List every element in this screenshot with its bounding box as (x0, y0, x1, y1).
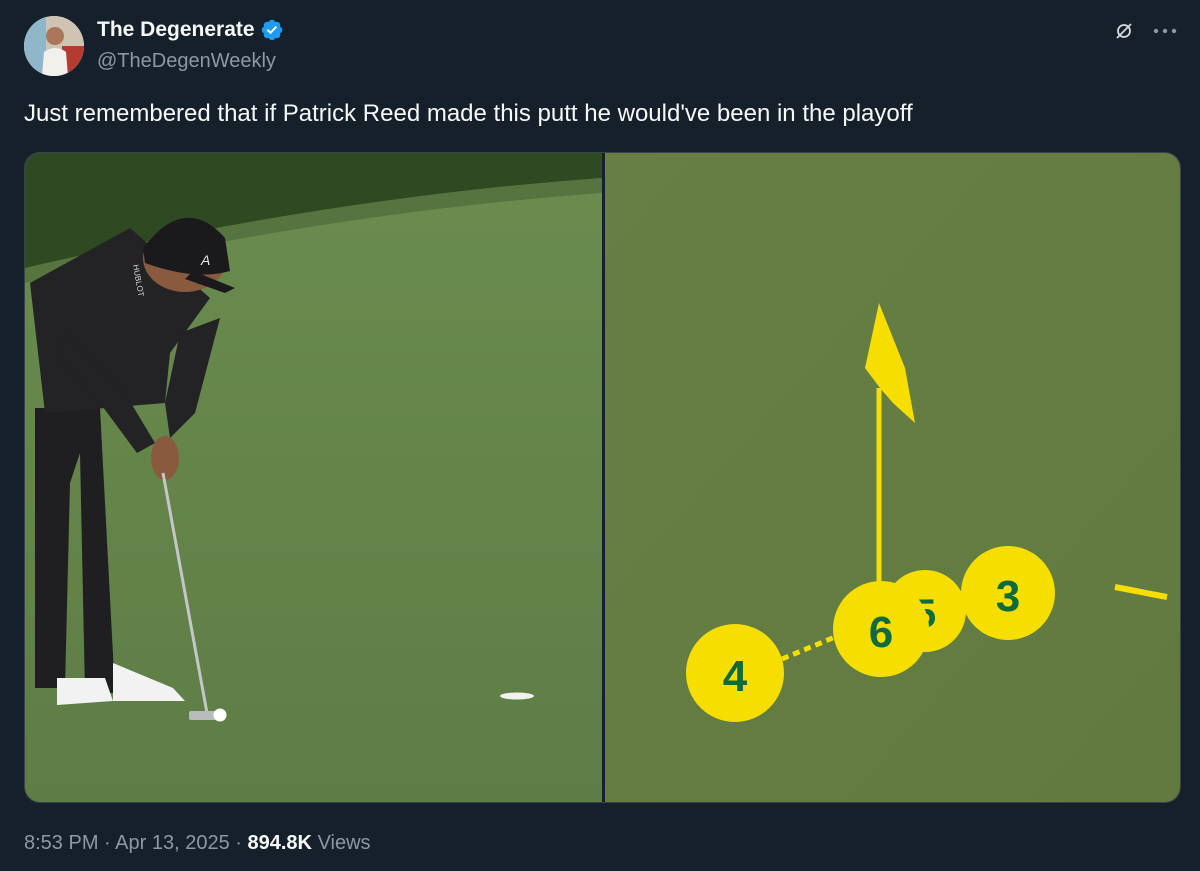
avatar-image (24, 16, 84, 76)
shot-marker-3: 3 (961, 546, 1055, 640)
tweet-time[interactable]: 8:53 PM (24, 832, 98, 854)
shot-marker-4: 4 (686, 624, 784, 722)
tweet-text: Just remembered that if Patrick Reed mad… (24, 100, 913, 127)
author-name-text: The Degenerate (97, 18, 255, 41)
tweet-date[interactable]: Apr 13, 2025 (115, 832, 230, 854)
tweet-meta: 8:53 PM · Apr 13, 2025 · 894.8K Views (24, 832, 371, 855)
shot-marker-6: 6 (833, 581, 929, 677)
views-count[interactable]: 894.8K (248, 832, 313, 854)
left-photo-panel: A HUBLOT (25, 153, 602, 802)
svg-text:3: 3 (996, 572, 1020, 621)
author-handle[interactable]: @TheDegenWeekly (97, 50, 276, 73)
svg-text:6: 6 (869, 608, 893, 657)
cap-logo-text: A (200, 252, 210, 268)
golf-hole (500, 692, 534, 700)
author-avatar[interactable] (24, 16, 84, 76)
svg-text:4: 4 (723, 652, 748, 701)
golf-ball (213, 708, 227, 722)
right-tracker-panel: 5 3 6 4 (605, 153, 1180, 802)
author-name[interactable]: The Degenerate (97, 18, 284, 42)
media-image: A HUBLOT 5 (25, 153, 1180, 802)
grok-icon[interactable] (1113, 20, 1135, 42)
views-label: Views (317, 832, 371, 854)
tweet-media[interactable]: A HUBLOT 5 (24, 152, 1181, 803)
meta-separator: · (235, 832, 242, 854)
meta-separator: · (104, 832, 111, 854)
more-horizontal-icon[interactable] (1152, 20, 1178, 42)
verified-badge-icon (261, 19, 282, 41)
